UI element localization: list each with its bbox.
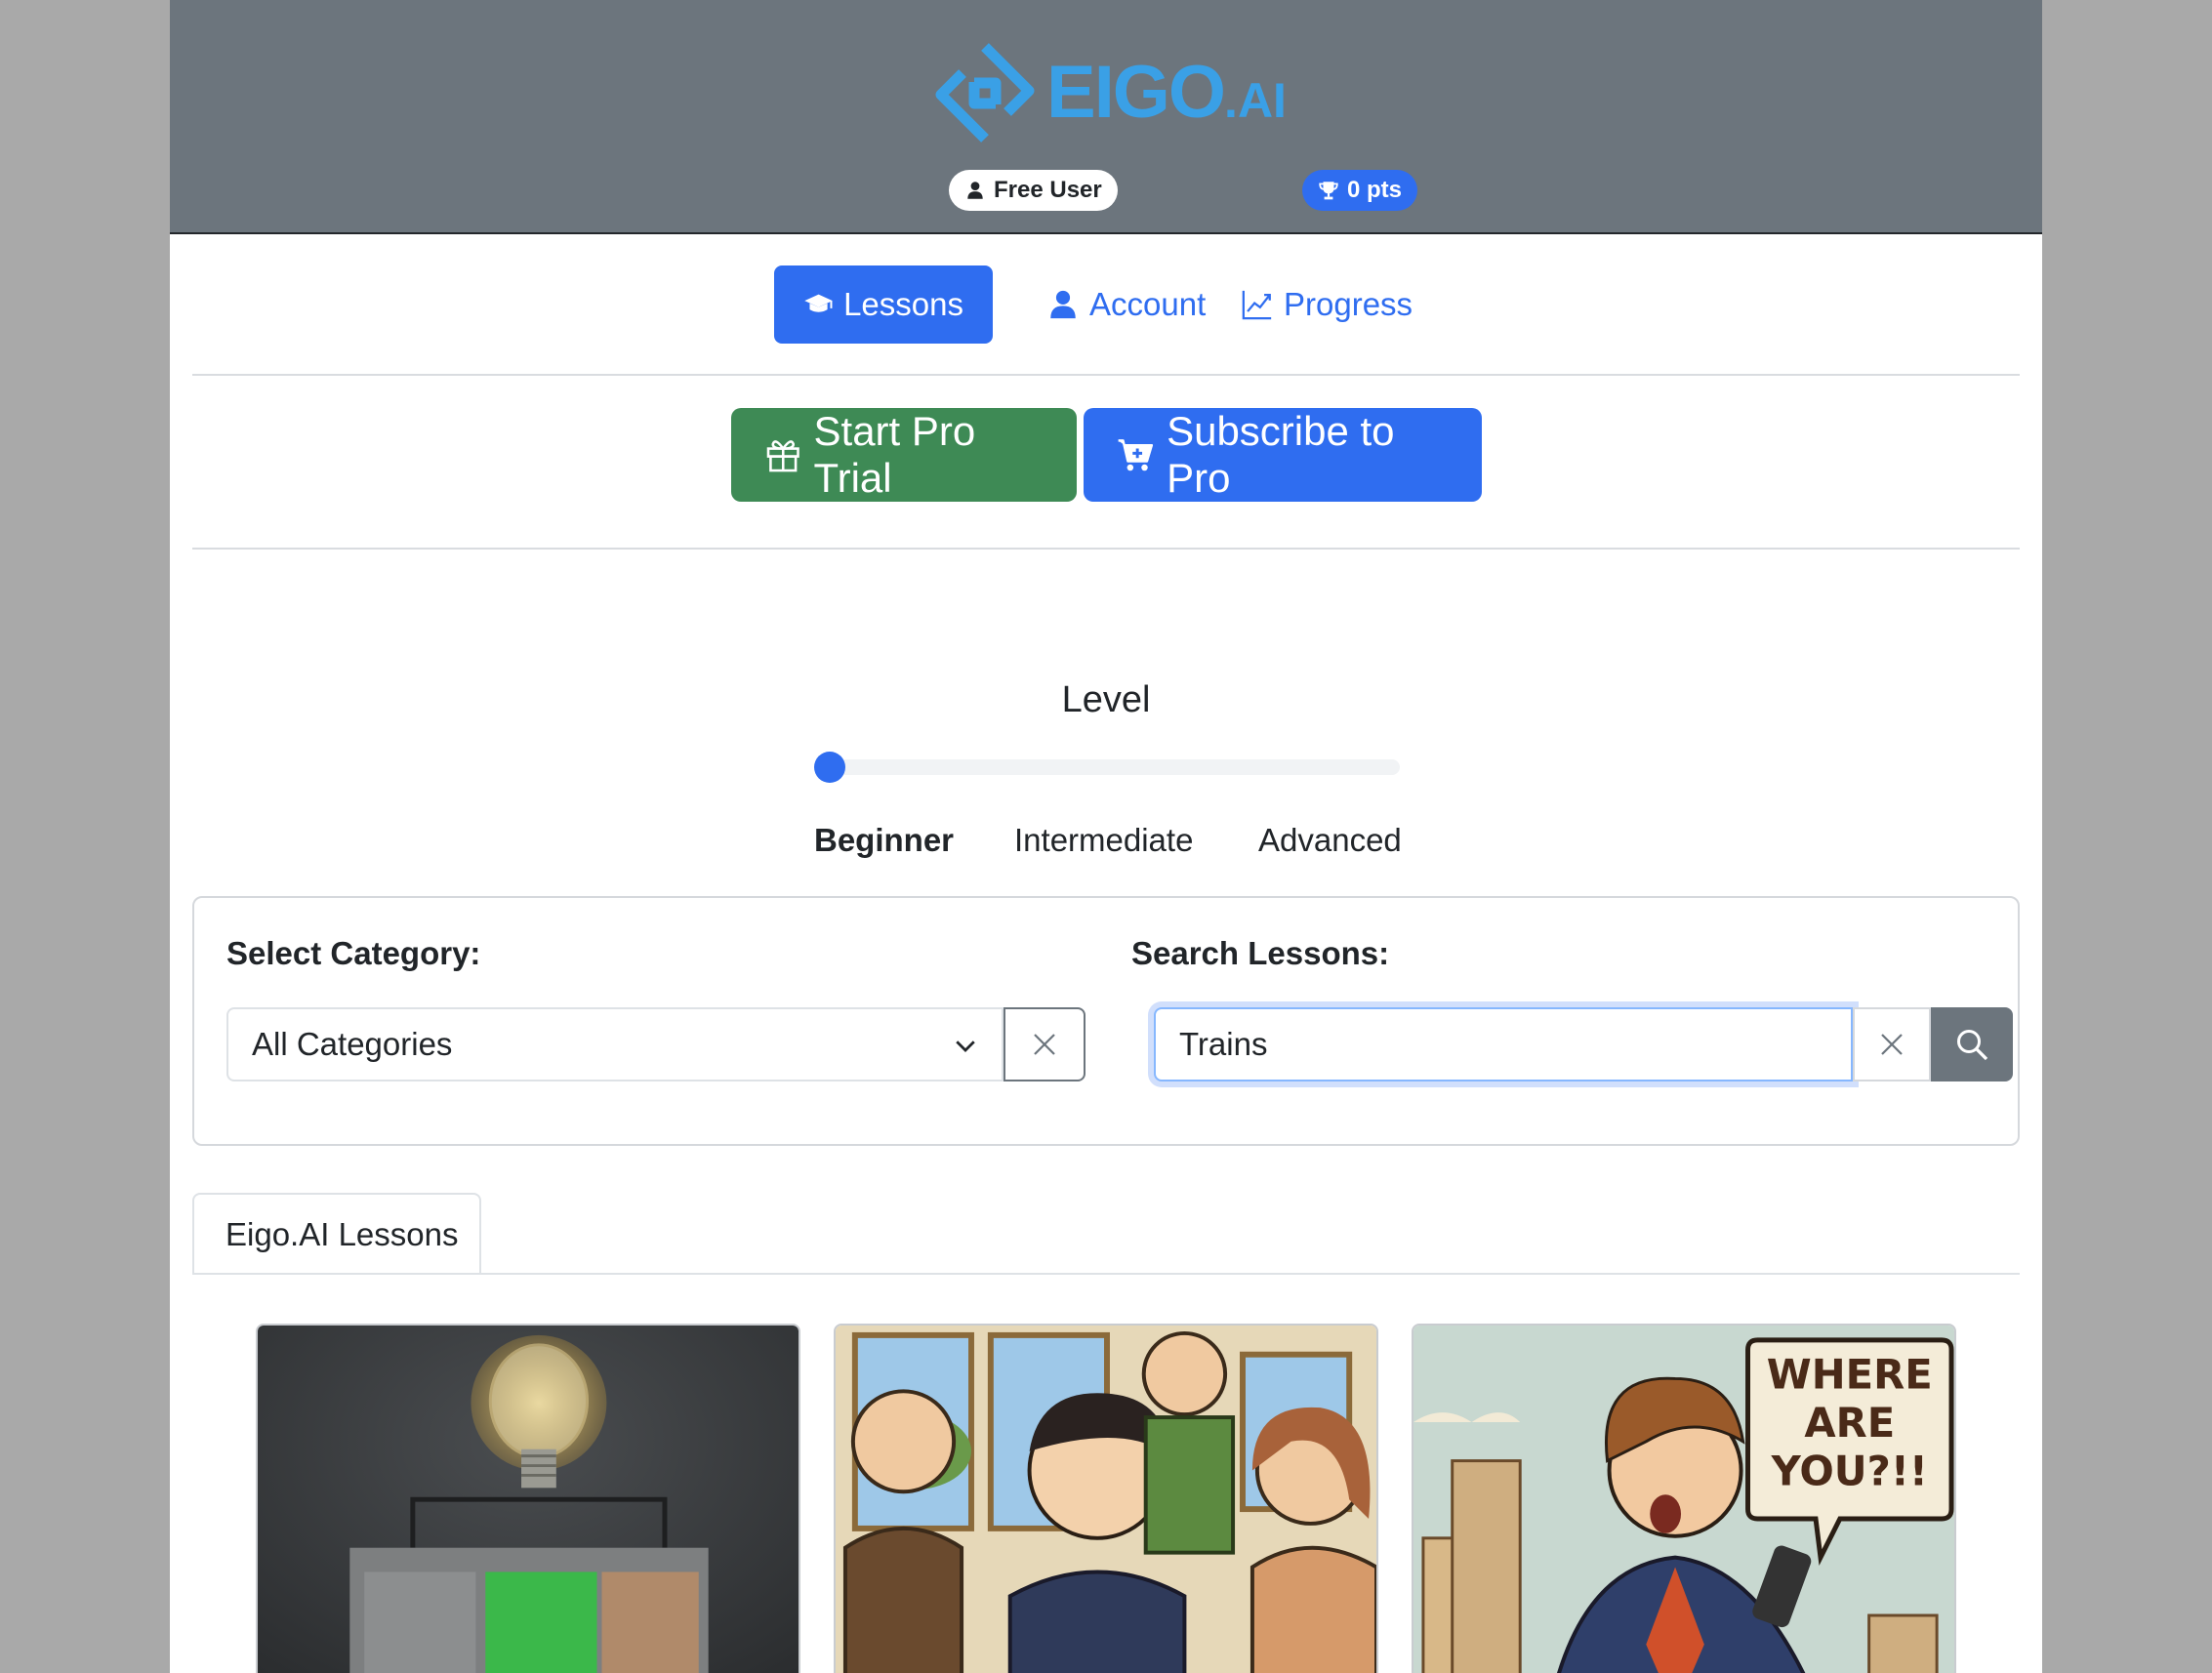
divider bbox=[192, 548, 2020, 550]
close-icon bbox=[1881, 1034, 1903, 1055]
points-badge: 0 pts bbox=[1302, 170, 1418, 211]
person-icon bbox=[1050, 290, 1076, 319]
subscribe-pro-button[interactable]: Subscribe to Pro bbox=[1084, 408, 1482, 502]
category-label: Select Category: bbox=[226, 935, 481, 971]
start-pro-trial-label: Start Pro Trial bbox=[813, 408, 976, 501]
clear-search-button[interactable] bbox=[1853, 1007, 1931, 1081]
divider bbox=[192, 374, 2020, 376]
tab-progress-label: Progress bbox=[1284, 286, 1413, 322]
category-select[interactable]: All Categories bbox=[226, 1007, 1004, 1081]
search-input[interactable] bbox=[1154, 1007, 1853, 1081]
lesson-card[interactable] bbox=[256, 1324, 800, 1673]
level-option-intermediate[interactable]: Intermediate bbox=[1014, 822, 1193, 859]
start-pro-trial-button[interactable]: Start Pro Trial bbox=[731, 408, 1077, 502]
tab-progress[interactable]: Progress bbox=[1211, 265, 1442, 344]
user-badge-label: Free User bbox=[994, 177, 1102, 203]
man-phone-comic-icon: WHERE ARE YOU?!! bbox=[1413, 1326, 1954, 1673]
logo-text: EIGO.AI bbox=[1046, 51, 1287, 134]
tab-eigo-lessons[interactable]: Eigo.AI Lessons bbox=[192, 1193, 481, 1275]
chart-line-icon bbox=[1242, 290, 1272, 320]
lesson-card[interactable] bbox=[834, 1324, 1378, 1673]
cart-plus-icon bbox=[1118, 439, 1154, 471]
points-badge-label: 0 pts bbox=[1347, 177, 1403, 203]
tab-account[interactable]: Account bbox=[1017, 265, 1235, 344]
level-slider[interactable] bbox=[814, 752, 1400, 783]
logo-mark-icon bbox=[935, 43, 1035, 143]
logo[interactable]: EIGO.AI bbox=[931, 39, 1287, 146]
chevron-down-icon bbox=[956, 1041, 975, 1052]
tab-lessons[interactable]: Lessons bbox=[774, 265, 993, 344]
train-passengers-icon bbox=[836, 1326, 1376, 1673]
user-status-badge: Free User bbox=[949, 170, 1118, 211]
filter-card: Select Category: Search Lessons: All Cat… bbox=[192, 896, 2020, 1146]
level-title: Level bbox=[1061, 679, 1151, 720]
tab-lessons-label: Lessons bbox=[843, 286, 963, 322]
search-icon bbox=[1957, 1030, 1988, 1061]
level-option-advanced[interactable]: Advanced bbox=[1258, 822, 1402, 859]
search-button[interactable] bbox=[1931, 1007, 2013, 1081]
speech-bubble-line: YOU?!! bbox=[1771, 1447, 1928, 1494]
level-slider-thumb[interactable] bbox=[814, 752, 845, 783]
tab-account-label: Account bbox=[1089, 286, 1207, 322]
lightbulb-icon bbox=[258, 1326, 799, 1673]
gift-icon bbox=[766, 440, 799, 472]
clear-category-button[interactable] bbox=[1004, 1007, 1086, 1081]
trophy-icon bbox=[1319, 182, 1338, 200]
tab-divider bbox=[192, 1273, 2020, 1275]
speech-bubble-line: ARE bbox=[1804, 1399, 1895, 1447]
person-icon bbox=[967, 182, 983, 199]
search-label: Search Lessons: bbox=[1131, 935, 1390, 971]
header: EIGO.AI Free User 0 pts bbox=[170, 0, 2042, 234]
close-icon bbox=[1034, 1034, 1055, 1055]
category-select-value: All Categories bbox=[252, 1026, 453, 1062]
lesson-card[interactable]: WHERE ARE YOU?!! bbox=[1412, 1324, 1956, 1673]
graduation-cap-icon bbox=[804, 294, 833, 312]
speech-bubble-line: WHERE bbox=[1767, 1350, 1933, 1398]
level-option-beginner[interactable]: Beginner bbox=[814, 822, 954, 859]
subscribe-pro-label: Subscribe to Pro bbox=[1167, 408, 1395, 501]
app-page: EIGO.AI Free User 0 pts Lessons Account … bbox=[170, 0, 2042, 1673]
